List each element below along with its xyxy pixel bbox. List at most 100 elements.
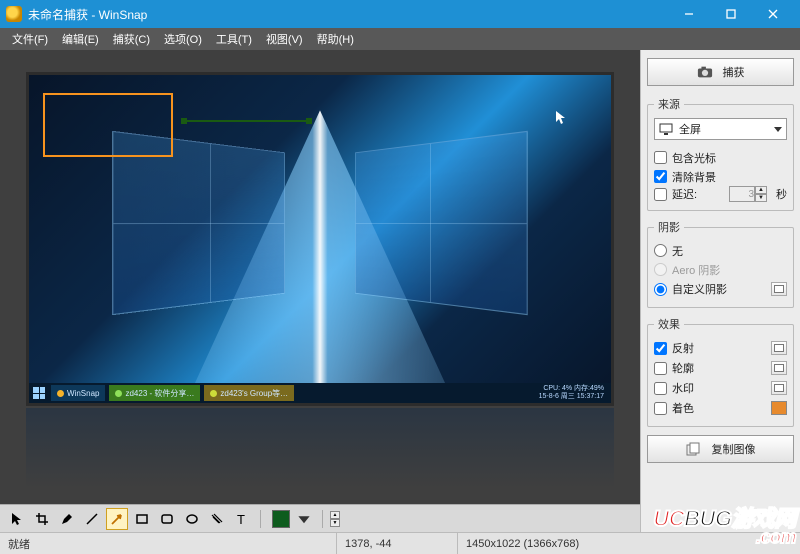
chevron-down-icon: [774, 127, 782, 132]
include-cursor-row[interactable]: 包含光标: [654, 148, 787, 167]
effect-outline-config[interactable]: [771, 361, 787, 375]
menu-tools[interactable]: 工具(T): [210, 28, 258, 50]
canvas-area[interactable]: WinSnap zd423 - 软件分享… zd423's Group等… CP…: [0, 50, 640, 504]
effect-tint-row[interactable]: 着色: [654, 398, 787, 418]
include-cursor-checkbox[interactable]: [654, 151, 667, 164]
effect-reflect-config[interactable]: [771, 341, 787, 355]
effect-watermark-config[interactable]: [771, 381, 787, 395]
delay-row: 延迟: ▲▼ 秒: [654, 186, 787, 202]
camera-icon: [697, 65, 713, 79]
start-icon: [33, 387, 45, 399]
captured-taskbar: WinSnap zd423 - 软件分享… zd423's Group等… CP…: [29, 383, 611, 403]
menu-capture[interactable]: 捕获(C): [107, 28, 156, 50]
taskbar-item-winsnap: WinSnap: [51, 385, 105, 401]
minimize-button[interactable]: [668, 0, 710, 28]
menu-options[interactable]: 选项(O): [158, 28, 208, 50]
shadow-aero-label: Aero 阴影: [672, 262, 720, 278]
cursor-icon: [556, 111, 566, 130]
taskbar-item-2: zd423 - 软件分享…: [109, 385, 200, 401]
copy-icon: [686, 442, 702, 456]
color-swatch[interactable]: [272, 510, 290, 528]
effect-tint-checkbox[interactable]: [654, 402, 667, 415]
effect-reflect-row[interactable]: 反射: [654, 338, 787, 358]
menu-help[interactable]: 帮助(H): [311, 28, 360, 50]
shadow-custom-config[interactable]: [771, 282, 787, 296]
source-group: 来源 全屏 包含光标 清除背景 延迟: ▲▼: [647, 96, 794, 211]
maximize-button[interactable]: [710, 0, 752, 28]
tool-rect[interactable]: [131, 508, 153, 530]
effect-outline-checkbox[interactable]: [654, 362, 667, 375]
effect-outline-label: 轮廓: [672, 360, 694, 376]
side-panel: 捕获 来源 全屏 包含光标 清除背景 延迟:: [640, 50, 800, 532]
copy-image-button[interactable]: 复制图像: [647, 435, 794, 463]
toolbar-separator-2: [322, 510, 323, 528]
titlebar: 未命名捕获 - WinSnap: [0, 0, 800, 28]
shadow-custom-label: 自定义阴影: [672, 281, 727, 297]
menu-view[interactable]: 视图(V): [260, 28, 309, 50]
svg-text:T: T: [237, 512, 245, 526]
effect-watermark-row[interactable]: 水印: [654, 378, 787, 398]
effect-watermark-checkbox[interactable]: [654, 382, 667, 395]
drawing-toolbar: T ▲▼: [0, 504, 640, 532]
effect-reflect-checkbox[interactable]: [654, 342, 667, 355]
effect-tint-color[interactable]: [771, 401, 787, 415]
captured-screenshot[interactable]: WinSnap zd423 - 软件分享… zd423's Group等… CP…: [26, 72, 614, 406]
clear-bg-row[interactable]: 清除背景: [654, 167, 787, 186]
statusbar: 就绪 1378, -44 1450x1022 (1366x768): [0, 532, 800, 554]
close-button[interactable]: [752, 0, 794, 28]
toolbar-separator: [260, 510, 261, 528]
shadow-aero-row: Aero 阴影: [654, 260, 787, 279]
tool-arrow[interactable]: [106, 508, 128, 530]
effect-reflect-label: 反射: [672, 340, 694, 356]
tool-text[interactable]: T: [231, 508, 253, 530]
taskbar-tray: CPU: 4% 内存:49%15-8-6 周三 15:37:17: [539, 385, 607, 401]
delay-down[interactable]: ▼: [755, 194, 767, 202]
selection-rectangle[interactable]: [43, 93, 173, 157]
delay-up[interactable]: ▲: [755, 186, 767, 194]
source-legend: 来源: [654, 96, 684, 112]
effect-outline-row[interactable]: 轮廓: [654, 358, 787, 378]
tool-pointer[interactable]: [6, 508, 28, 530]
tool-ellipse[interactable]: [181, 508, 203, 530]
monitor-icon: [659, 123, 673, 135]
app-icon: [6, 6, 22, 22]
shadow-custom-row[interactable]: 自定义阴影: [654, 279, 787, 299]
shadow-group: 阴影 无 Aero 阴影 自定义阴影: [647, 219, 794, 308]
delay-checkbox[interactable]: [654, 188, 667, 201]
canvas-pane: WinSnap zd423 - 软件分享… zd423's Group等… CP…: [0, 50, 640, 532]
shadow-none-row[interactable]: 无: [654, 241, 787, 260]
effect-watermark-label: 水印: [672, 380, 694, 396]
include-cursor-label: 包含光标: [672, 150, 716, 166]
tool-pen[interactable]: [56, 508, 78, 530]
status-coords: 1378, -44: [337, 538, 457, 550]
tool-line[interactable]: [81, 508, 103, 530]
menu-file[interactable]: 文件(F): [6, 28, 54, 50]
menu-edit[interactable]: 编辑(E): [56, 28, 105, 50]
color-dropdown[interactable]: [293, 508, 315, 530]
delay-unit: 秒: [776, 186, 787, 202]
wallpaper-pane-right: [355, 130, 528, 314]
screenshot-reflection: [26, 408, 614, 488]
clear-bg-label: 清除背景: [672, 169, 716, 185]
effects-group: 效果 反射 轮廓 水印 着色: [647, 316, 794, 427]
tool-roundrect[interactable]: [156, 508, 178, 530]
capture-button[interactable]: 捕获: [647, 58, 794, 86]
shadow-aero-radio: [654, 263, 667, 276]
source-mode-combo[interactable]: 全屏: [654, 118, 787, 140]
capture-button-label: 捕获: [723, 64, 745, 80]
delay-input[interactable]: [729, 186, 755, 202]
shadow-none-label: 无: [672, 243, 683, 259]
delay-label: 延迟:: [672, 186, 697, 202]
shadow-none-radio[interactable]: [654, 244, 667, 257]
effects-legend: 效果: [654, 316, 684, 332]
stroke-width-spinner[interactable]: ▲▼: [330, 511, 340, 527]
copy-image-label: 复制图像: [712, 441, 756, 457]
shadow-legend: 阴影: [654, 219, 684, 235]
tool-crop[interactable]: [31, 508, 53, 530]
shadow-custom-radio[interactable]: [654, 283, 667, 296]
source-mode-label: 全屏: [679, 121, 774, 137]
taskbar-item-3: zd423's Group等…: [204, 385, 294, 401]
annotation-line[interactable]: [184, 120, 309, 122]
clear-bg-checkbox[interactable]: [654, 170, 667, 183]
tool-highlight[interactable]: [206, 508, 228, 530]
